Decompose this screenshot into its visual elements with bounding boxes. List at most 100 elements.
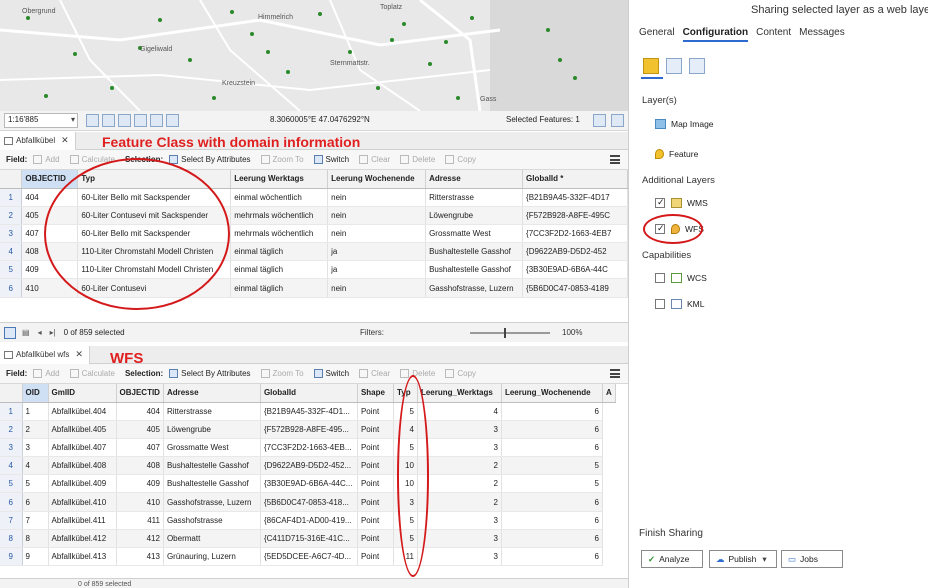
table-cell[interactable]: {B21B9A45-332F-4D17 [522, 188, 628, 207]
zoom-slider[interactable] [470, 328, 550, 338]
table-cell[interactable]: {3B30E9AD-6B6A-44C... [260, 474, 358, 494]
table-cell[interactable]: Bushaltestelle Gasshof [163, 456, 261, 476]
first-record-icon[interactable]: ◂ [38, 328, 42, 337]
table-cell[interactable]: Abfallkübel.411 [48, 511, 117, 530]
menu-icon[interactable] [610, 369, 620, 378]
table-cell[interactable]: Point [357, 492, 394, 512]
column-header[interactable]: Adresse [163, 384, 261, 403]
delete-button[interactable]: Delete [400, 155, 435, 164]
add-field-button[interactable]: Add [33, 155, 60, 164]
table-cell[interactable]: Point [357, 420, 394, 439]
table-cell[interactable]: 5 [22, 474, 49, 494]
delete-button[interactable]: Delete [400, 369, 435, 378]
properties-icon[interactable] [666, 58, 682, 74]
table-cell[interactable]: {F572B928-A8FE-495C [522, 206, 628, 225]
row-number[interactable]: 2 [0, 420, 23, 439]
analyze-button[interactable]: ✓ Analyze [641, 550, 703, 568]
table-cell[interactable]: 6 [501, 420, 603, 439]
wms-option[interactable]: WMS [655, 197, 708, 208]
table-row[interactable]: 9 9 Abfallkübel.413 413 Grünauring, Luzern {5… [0, 547, 615, 567]
row-number[interactable]: 6 [0, 492, 23, 512]
select-by-attributes-button[interactable]: Select By Attributes [169, 155, 251, 164]
table-cell[interactable]: 3 [22, 438, 49, 458]
table-cell[interactable]: Grossmatte West [425, 224, 524, 244]
table-options-icon[interactable]: ▤ [22, 328, 30, 337]
column-header[interactable]: GlobalId [260, 384, 358, 403]
table-cell[interactable]: Bushaltestelle Gasshof [425, 242, 524, 262]
table-cell[interactable]: Abfallkübel.412 [48, 529, 117, 549]
row-number[interactable]: 7 [0, 511, 23, 530]
table-cell[interactable]: 412 [116, 529, 164, 549]
table-cell[interactable]: Point [357, 402, 394, 421]
table-cell[interactable]: Point [357, 511, 394, 530]
table-cell[interactable]: {5B6D0C47-0853-4189 [522, 278, 628, 298]
table-cell[interactable]: 8 [22, 529, 49, 549]
table-row[interactable]: 5 5 Abfallkübel.409 409 Bushaltestelle Gassh… [0, 474, 615, 494]
wcs-checkbox[interactable] [655, 273, 665, 283]
table-cell[interactable]: 4 [417, 402, 502, 421]
table-cell[interactable]: {7CC3F2D2-1663-4EB... [260, 438, 358, 458]
table-cell[interactable]: 3 [417, 511, 502, 530]
row-number[interactable]: 3 [0, 224, 23, 244]
zoom-level[interactable]: 100% [562, 328, 582, 337]
table-cell[interactable]: 408 [116, 456, 164, 476]
table-cell[interactable]: 6 [501, 547, 603, 567]
wms-checkbox[interactable] [655, 197, 665, 208]
column-header[interactable]: Leerung_Wochenende [501, 384, 603, 403]
table-cell[interactable]: {5ED5DCEE-A6C7-4D... [260, 547, 358, 567]
kml-checkbox[interactable] [655, 299, 665, 309]
table-cell[interactable]: Bushaltestelle Gasshof [425, 260, 524, 280]
row-number[interactable]: 8 [0, 529, 23, 549]
scale-dropdown[interactable]: 1:16'885 [4, 113, 78, 128]
table-cell[interactable]: einmal wöchentlich [230, 188, 329, 207]
table-row[interactable]: 8 8 Abfallkübel.412 412 Obermatt {C411D715-31… [0, 529, 615, 549]
close-icon[interactable]: ✕ [61, 135, 69, 146]
table-cell[interactable]: 6 [501, 438, 603, 458]
column-header[interactable]: A [602, 384, 616, 403]
table-cell[interactable]: 2 [22, 420, 49, 439]
tab-abfallkuebel[interactable]: Abfallkübel ✕ [0, 131, 76, 150]
table-cell[interactable]: einmal täglich [230, 278, 329, 298]
row-number[interactable]: 6 [0, 278, 23, 298]
table-cell[interactable]: 1 [22, 402, 49, 421]
map-view[interactable]: Obergrund Himmelrich Gigeliwald Kreuzste… [0, 0, 628, 111]
table-cell[interactable]: 4 [22, 456, 49, 476]
tab-general[interactable]: General [639, 27, 675, 42]
table-cell[interactable]: Löwengrube [425, 206, 524, 225]
column-header[interactable]: Leerung Werktags [230, 170, 329, 189]
row-number[interactable]: 1 [0, 402, 23, 421]
table-cell[interactable]: 6 [501, 511, 603, 530]
table-cell[interactable]: Abfallkübel.407 [48, 438, 117, 458]
table-cell[interactable]: 409 [116, 474, 164, 494]
zoom-to-button[interactable]: Zoom To [260, 155, 304, 164]
table-cell[interactable]: Ritterstrasse [163, 402, 261, 421]
column-header[interactable]: Shape [357, 384, 394, 403]
table-cell[interactable]: Point [357, 438, 394, 458]
table-cell[interactable]: nein [327, 278, 427, 298]
table-cell[interactable]: {C411D715-316E-41C... [260, 529, 358, 549]
table-cell[interactable]: 3 [417, 420, 502, 439]
select-by-attributes-button[interactable]: Select By Attributes [169, 369, 251, 378]
copy-button[interactable]: Copy [445, 155, 476, 164]
table-cell[interactable]: ja [327, 260, 427, 280]
row-number[interactable]: 9 [0, 547, 23, 567]
tab-content[interactable]: Content [756, 27, 791, 42]
table-cell[interactable]: Abfallkübel.409 [48, 474, 117, 494]
table-cell[interactable]: Grossmatte West [163, 438, 261, 458]
table-row[interactable]: 3 3 Abfallkübel.407 407 Grossmatte West {7CC3… [0, 438, 615, 458]
table-cell[interactable]: einmal täglich [230, 260, 329, 280]
table-cell[interactable]: 6 [501, 529, 603, 549]
table-row[interactable]: 6 6 Abfallkübel.410 410 Gasshofstrasse, Luze… [0, 492, 615, 512]
clear-button[interactable]: Clear [359, 155, 390, 164]
table-cell[interactable]: mehrmals wöchentlich [230, 224, 329, 244]
table-cell[interactable]: 407 [116, 438, 164, 458]
table-cell[interactable]: Ritterstrasse [425, 188, 524, 207]
map-image-option[interactable]: Map Image [655, 119, 714, 129]
switch-button[interactable]: Switch [313, 369, 349, 378]
row-number[interactable]: 4 [0, 456, 23, 476]
table-cell[interactable]: {86CAF4D1-AD00-419... [260, 511, 358, 530]
table-cell[interactable]: Löwengrube [163, 420, 261, 439]
table-cell[interactable]: Abfallkübel.408 [48, 456, 117, 476]
selected-features-count[interactable]: Selected Features: 1 [506, 115, 580, 124]
table-cell[interactable]: Gasshofstrasse [163, 511, 261, 530]
